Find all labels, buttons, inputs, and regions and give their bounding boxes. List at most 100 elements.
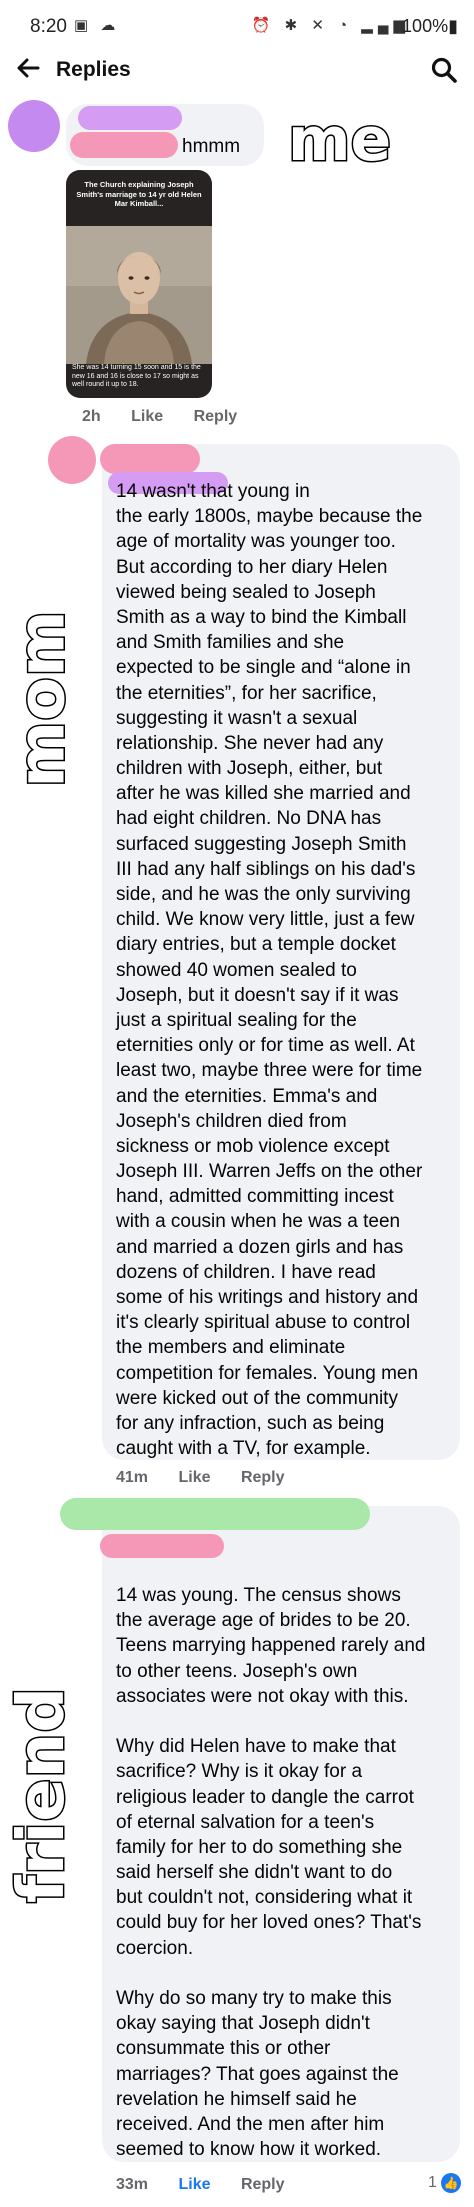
comment-line: after he was killed she married and (116, 783, 411, 805)
comment-line: dozens of children. I have read (116, 1261, 376, 1283)
annotation-mom: mom (4, 609, 81, 789)
notification-icons: ▣ ☁ (74, 17, 120, 34)
comment-line: said herself she didn't want to do (116, 1862, 393, 1884)
comment-line: expected to be single and “alone in (116, 657, 411, 679)
reply-button[interactable]: Reply (194, 408, 238, 425)
comment-line: to other teens. Joseph's own (116, 1660, 358, 1682)
comment-line: relationship. She never had any (116, 732, 384, 754)
comment-line: consummate this or other (116, 2038, 331, 2060)
page-title: Replies (56, 58, 131, 81)
like-button[interactable]: Like (131, 408, 163, 425)
comment-line: coercion. (116, 1937, 194, 1959)
comment-text: 14 was young. The census shows the averag… (116, 1583, 456, 2162)
like-button[interactable]: Like (178, 1469, 210, 1486)
author-name-redacted-2 (100, 1534, 224, 1558)
comment-line: viewed being sealed to Joseph (116, 581, 376, 603)
comment-line: child. We know very little, just a few (116, 909, 415, 931)
comment-line: seemed to know how it worked. (116, 2139, 382, 2161)
comment-line: hand, admitted committing incest (116, 1186, 394, 1208)
author-name-redacted (78, 106, 182, 130)
comment-line: were kicked out of the community (116, 1387, 398, 1409)
comment-line: with a cousin when he was a teen (116, 1211, 401, 1233)
annotation-friend: friend (4, 1685, 81, 1904)
comment-line: and married a dozen girls and has (116, 1236, 404, 1258)
comment-line: could buy for her loved ones? That's (116, 1912, 422, 1934)
attached-image[interactable]: The Church explaining Joseph Smith's mar… (66, 170, 212, 398)
comment-line: Why do so many try to make this (116, 1988, 392, 2009)
comment-line: had eight children. No DNA has (116, 808, 382, 830)
comment-line: 14 was young. The census shows (116, 1585, 401, 1606)
comment-line: Smith as a way to bind the Kimball (116, 606, 407, 628)
battery-percent: 100% (402, 16, 449, 36)
reaction-count-value: 1 (428, 2174, 437, 2192)
reply-button[interactable]: Reply (241, 1469, 285, 1486)
comment-line: of eternal salvation for a teen's (116, 1811, 375, 1833)
back-arrow-icon[interactable] (14, 54, 42, 88)
comment-line: marriages? That goes against the (116, 2063, 399, 2085)
comment-line: Why did Helen have to make that (116, 1736, 396, 1758)
annotation-me: me (286, 105, 392, 175)
app-header: Replies (0, 46, 474, 94)
status-time: 8:20 (30, 16, 67, 37)
avatar-mom[interactable] (48, 436, 96, 484)
comment-text: 14 wasn't that young in the early 1800s, … (116, 479, 456, 1461)
comment-line: it's clearly spiritual abuse to control (116, 1312, 411, 1334)
comment-line: competition for females. Young men (116, 1362, 419, 1384)
comment-time: 33m (116, 2176, 149, 2193)
comment-line: But according to her diary Helen (116, 556, 388, 578)
comment-line: okay saying that Joseph didn't (116, 2013, 370, 2035)
comment-line: revelation he himself said he (116, 2088, 357, 2110)
comment-text: hmmm (182, 136, 241, 157)
comment-line: side, and he was the only surviving (116, 884, 411, 905)
comment-line: Teens marrying happened rarely and (116, 1635, 426, 1657)
system-icons: ⏰ ✱ ✕ ◔ ▂▄▆ (251, 17, 410, 34)
comment-line: Joseph's children died from (116, 1110, 347, 1132)
image-caption-top: The Church explaining Joseph Smith's mar… (76, 180, 202, 208)
comment-line: the members and eliminate (116, 1337, 346, 1359)
comment-line: the early 1800s, maybe because the (116, 506, 423, 528)
comment-time: 2h (82, 408, 101, 425)
like-reaction-icon: 👍 (441, 2173, 462, 2193)
comment-meta-me: 2h Like Reply (82, 408, 263, 426)
comment-line: sacrifice? Why is it okay for a (116, 1761, 363, 1783)
avatar-me[interactable] (8, 100, 60, 152)
comment-line: and the eternities. Emma's and (116, 1085, 378, 1107)
reaction-count[interactable]: 1 👍 (428, 2173, 462, 2193)
like-button[interactable]: Like (178, 2176, 210, 2193)
comment-line: diary entries, but a temple docket (116, 934, 396, 956)
comment-line: and Smith families and she (116, 632, 345, 654)
comment-line: Joseph, but it doesn't say if it was (116, 984, 399, 1006)
comment-line: but couldn't not, considering what it (116, 1887, 413, 1909)
comment-line: the average age of brides to be 20. (116, 1610, 411, 1632)
comment-line (116, 1961, 456, 1986)
portrait-photo (66, 226, 212, 364)
comment-line: III had any half siblings on his dad's (116, 858, 416, 880)
author-name-redacted-2 (70, 132, 178, 158)
comment-line: just a spiritual sealing for the (116, 1009, 357, 1031)
comment-line: children with Joseph, either, but (116, 758, 383, 780)
comment-line: caught with a TV, for example. (116, 1438, 371, 1460)
search-icon[interactable] (430, 56, 458, 84)
comment-line (116, 1709, 456, 1734)
comment-line: sickness or mob violence except (116, 1135, 390, 1157)
comment-line: eternities only or for time as well. At (116, 1035, 415, 1057)
image-caption-bottom: She was 14 turning 15 soon and 15 is the… (72, 364, 201, 388)
comment-line: received. And the men after him (116, 2113, 385, 2135)
comment-time: 41m (116, 1469, 149, 1486)
reply-button[interactable]: Reply (241, 2176, 285, 2193)
author-name-redacted (60, 1498, 370, 1530)
comment-meta-mom: 41m Like Reply (116, 1469, 311, 1487)
author-name-redacted (100, 444, 200, 474)
comment-line: some of his writings and history and (116, 1287, 419, 1308)
comment-line: showed 40 women sealed to (116, 959, 357, 981)
comment-line: Joseph III. Warren Jeffs on the other (116, 1161, 423, 1183)
comment-line: religious leader to dangle the carrot (116, 1786, 414, 1808)
comment-line: least two, maybe three were for time (116, 1060, 423, 1082)
comment-line: suggesting it wasn't a sexual (116, 707, 358, 729)
comment-line: the eternities”, for her sacrifice, (116, 682, 377, 704)
status-bar: 8:20 ▣ ☁ ⏰ ✱ ✕ ◔ ▂▄▆ 100%▮ (0, 0, 474, 46)
comment-line: family for her to do something she (116, 1836, 403, 1858)
comment-line: age of mortality was younger too. (116, 531, 396, 553)
comment-meta-friend: 33m Like Reply (116, 2176, 311, 2194)
comment-line: associates were not okay with this. (116, 1685, 409, 1707)
